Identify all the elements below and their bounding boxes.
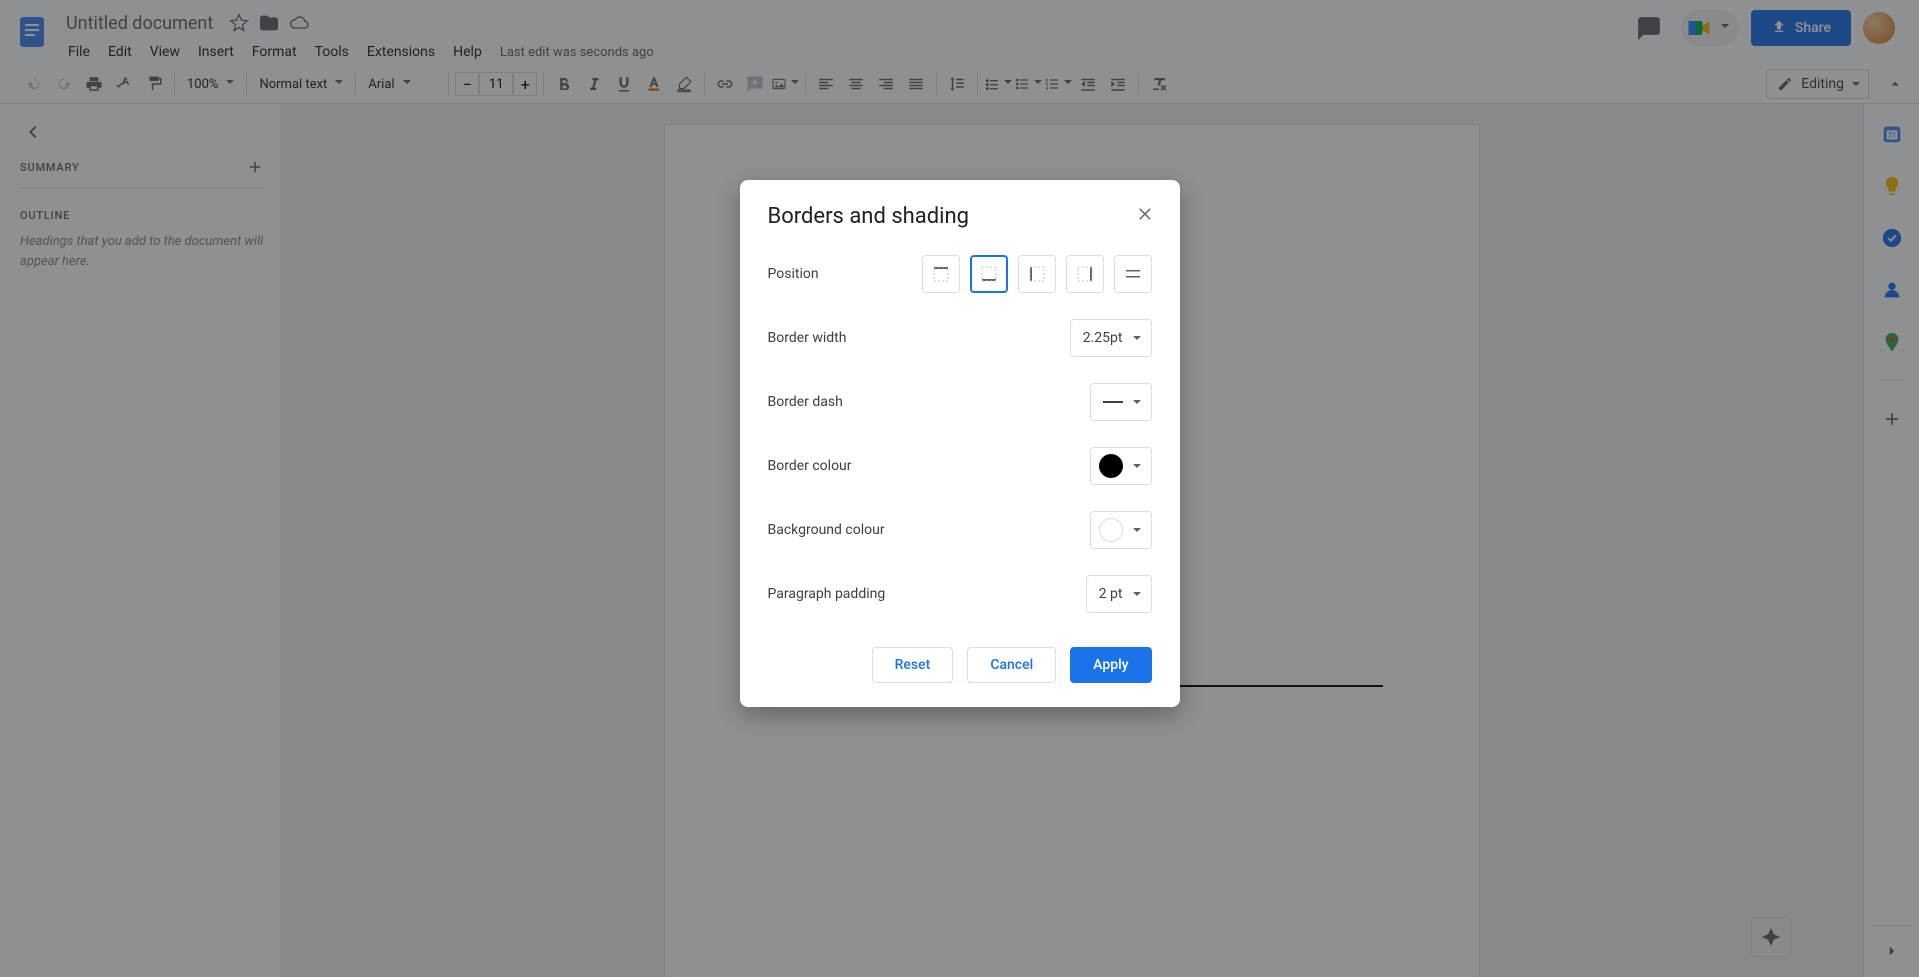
- border-width-label: Border width: [768, 330, 1070, 346]
- position-right-button[interactable]: [1066, 255, 1104, 293]
- colour-swatch-black: [1099, 454, 1123, 478]
- position-bottom-button[interactable]: [970, 255, 1008, 293]
- background-colour-label: Background colour: [768, 522, 1090, 538]
- position-left-button[interactable]: [1018, 255, 1056, 293]
- border-colour-label: Border colour: [768, 458, 1090, 474]
- border-width-select[interactable]: 2.25pt: [1070, 319, 1152, 357]
- position-label: Position: [768, 266, 922, 282]
- border-dash-label: Border dash: [768, 394, 1090, 410]
- dialog-title: Borders and shading: [768, 204, 1152, 229]
- border-colour-select[interactable]: [1090, 447, 1152, 485]
- modal-scrim[interactable]: Borders and shading Position Border widt…: [0, 0, 1919, 977]
- position-top-button[interactable]: [922, 255, 960, 293]
- background-colour-select[interactable]: [1090, 511, 1152, 549]
- paragraph-padding-select[interactable]: 2 pt: [1086, 575, 1152, 613]
- colour-swatch-white: [1099, 518, 1123, 542]
- close-icon[interactable]: [1132, 200, 1160, 228]
- position-between-button[interactable]: [1114, 255, 1152, 293]
- solid-line-icon: [1103, 401, 1123, 403]
- borders-and-shading-dialog: Borders and shading Position Border widt…: [740, 180, 1180, 707]
- paragraph-padding-label: Paragraph padding: [768, 586, 1086, 602]
- reset-button[interactable]: Reset: [872, 647, 954, 683]
- apply-button[interactable]: Apply: [1070, 647, 1151, 683]
- border-dash-select[interactable]: [1090, 383, 1152, 421]
- cancel-button[interactable]: Cancel: [967, 647, 1056, 683]
